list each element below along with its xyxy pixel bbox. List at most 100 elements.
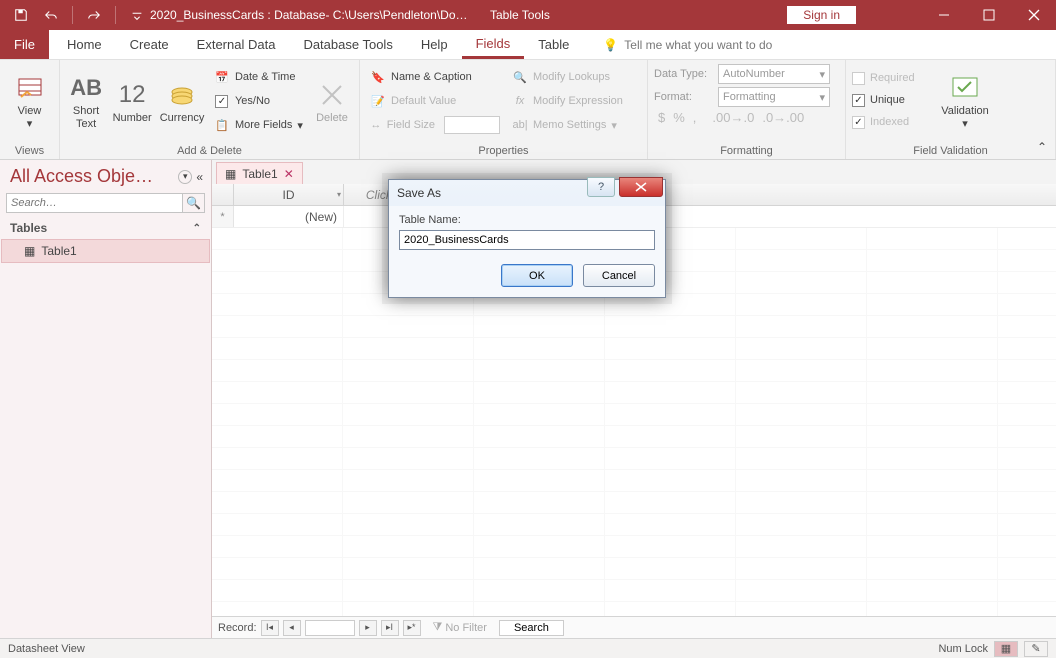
sign-in-button[interactable]: Sign in xyxy=(787,6,856,24)
number-button[interactable]: 12 Number xyxy=(110,64,154,140)
dialog-title: Save As xyxy=(397,186,441,200)
undo-icon[interactable] xyxy=(38,2,64,28)
group-properties-label: Properties xyxy=(360,145,647,159)
validation-icon xyxy=(950,73,980,103)
tab-fields[interactable]: Fields xyxy=(462,30,525,59)
contextual-tab-label: Table Tools xyxy=(490,8,550,22)
tell-me-label: Tell me what you want to do xyxy=(624,38,772,52)
dialog-close-button[interactable] xyxy=(619,177,663,197)
more-fields-label: More Fields xyxy=(235,119,292,131)
lightbulb-icon: 💡 xyxy=(603,38,618,52)
tab-external-data[interactable]: External Data xyxy=(183,30,290,59)
delete-icon xyxy=(317,80,347,110)
nav-search-button[interactable]: 🔍 xyxy=(183,193,205,213)
filter-icon: ⧩ xyxy=(433,621,443,634)
fx-icon: fx xyxy=(512,93,528,109)
tab-database-tools[interactable]: Database Tools xyxy=(289,30,406,59)
nav-collapse-icon[interactable]: « xyxy=(196,170,203,184)
format-combo[interactable]: Formatting▾ xyxy=(718,87,830,107)
row-selector[interactable]: * xyxy=(212,206,234,227)
default-value-icon: 📝 xyxy=(370,93,386,109)
prev-record-button[interactable]: ◂ xyxy=(283,620,301,636)
record-label: Record: xyxy=(218,622,257,634)
collapse-ribbon-icon[interactable]: ⌃ xyxy=(1034,139,1050,155)
first-record-button[interactable]: I◂ xyxy=(261,620,279,636)
titlebar: 2020_BusinessCards : Database- C:\Users\… xyxy=(0,0,1056,30)
short-text-icon: AB xyxy=(71,73,101,103)
short-text-button[interactable]: AB Short Text xyxy=(66,64,106,140)
yes-no-button[interactable]: Yes/No xyxy=(210,90,307,112)
name-caption-button[interactable]: 🔖Name & Caption xyxy=(366,66,504,88)
currency-icon xyxy=(167,80,197,110)
name-caption-label: Name & Caption xyxy=(391,71,472,83)
cell-id-new[interactable]: (New) xyxy=(234,206,344,227)
memo-settings-button: ab|Memo Settings ▾ xyxy=(508,114,641,136)
next-record-button[interactable]: ▸ xyxy=(359,620,377,636)
group-formatting-label: Formatting xyxy=(648,145,845,159)
record-navigator: Record: I◂ ◂ ▸ ▸I ▸* ⧩No Filter xyxy=(212,616,1056,638)
cancel-button[interactable]: Cancel xyxy=(583,264,655,287)
nav-dropdown-icon[interactable]: ▾ xyxy=(178,170,192,184)
column-id-label: ID xyxy=(283,188,295,202)
nav-group-label: Tables xyxy=(10,221,47,235)
currency-label: Currency xyxy=(160,112,205,125)
close-button[interactable] xyxy=(1011,0,1056,30)
qat-customize-icon[interactable] xyxy=(124,2,150,28)
last-record-button[interactable]: ▸I xyxy=(381,620,399,636)
currency-button[interactable]: Currency xyxy=(158,64,206,140)
percent-format-icon: % xyxy=(673,110,685,125)
data-type-combo[interactable]: AutoNumber▾ xyxy=(718,64,830,84)
document-tab-table1[interactable]: ▦ Table1 ✕ xyxy=(216,162,303,184)
record-search-input[interactable] xyxy=(499,620,564,636)
tab-help[interactable]: Help xyxy=(407,30,462,59)
more-fields-button[interactable]: 📋More Fields ▾ xyxy=(210,114,307,136)
format-value: Formatting xyxy=(723,91,776,103)
record-position-input[interactable] xyxy=(305,620,355,636)
format-label: Format: xyxy=(654,91,714,103)
maximize-button[interactable] xyxy=(966,0,1011,30)
nav-group-tables[interactable]: Tables ⌃ xyxy=(0,217,211,239)
dialog-titlebar[interactable]: Save As ? xyxy=(389,180,665,206)
dialog-help-button[interactable]: ? xyxy=(587,177,615,197)
datasheet-view-button[interactable]: ▦ xyxy=(994,641,1018,657)
tab-create[interactable]: Create xyxy=(116,30,183,59)
nav-pane-title[interactable]: All Access Obje… xyxy=(10,166,153,187)
ok-button[interactable]: OK xyxy=(501,264,573,287)
table-name-input[interactable] xyxy=(399,230,655,250)
unique-checkbox[interactable]: Unique xyxy=(852,90,932,110)
tab-table[interactable]: Table xyxy=(524,30,583,59)
collapse-group-icon[interactable]: ⌃ xyxy=(193,223,201,234)
no-filter-label: No Filter xyxy=(445,622,487,634)
date-time-label: Date & Time xyxy=(235,71,296,83)
navigation-pane: All Access Obje… ▾ « 🔍 Tables ⌃ ▦Table1 xyxy=(0,160,212,638)
nav-search-input[interactable] xyxy=(6,193,183,213)
lookup-icon: 🔍 xyxy=(512,69,528,85)
default-value-label: Default Value xyxy=(391,95,456,107)
indexed-label: Indexed xyxy=(870,116,909,128)
validation-button[interactable]: Validation▾ xyxy=(936,64,994,140)
new-record-button[interactable]: ▸* xyxy=(403,620,421,636)
view-button[interactable]: View▾ xyxy=(6,64,53,140)
comma-format-icon: , xyxy=(693,110,697,125)
nav-item-table1[interactable]: ▦Table1 xyxy=(1,239,210,263)
checkbox-icon xyxy=(214,93,230,109)
close-tab-icon[interactable]: ✕ xyxy=(284,167,294,181)
save-icon[interactable] xyxy=(8,2,34,28)
tab-file[interactable]: File xyxy=(0,30,49,59)
minimize-button[interactable] xyxy=(921,0,966,30)
new-row-label: (New) xyxy=(305,210,337,224)
search-icon: 🔍 xyxy=(186,196,201,210)
date-time-button[interactable]: 📅Date & Time xyxy=(210,66,307,88)
tab-home[interactable]: Home xyxy=(53,30,116,59)
column-header-id[interactable]: ID▾ xyxy=(234,184,344,205)
delete-label: Delete xyxy=(316,112,348,125)
redo-icon[interactable] xyxy=(81,2,107,28)
short-text-label: Short Text xyxy=(66,105,106,130)
modify-expression-label: Modify Expression xyxy=(533,95,623,107)
tell-me-search[interactable]: 💡 Tell me what you want to do xyxy=(603,38,772,52)
select-all-cell[interactable] xyxy=(212,184,234,205)
filter-indicator[interactable]: ⧩No Filter xyxy=(433,621,487,634)
view-label: View xyxy=(18,105,42,117)
design-view-button[interactable]: ✎ xyxy=(1024,641,1048,657)
number-icon: 12 xyxy=(117,80,147,110)
